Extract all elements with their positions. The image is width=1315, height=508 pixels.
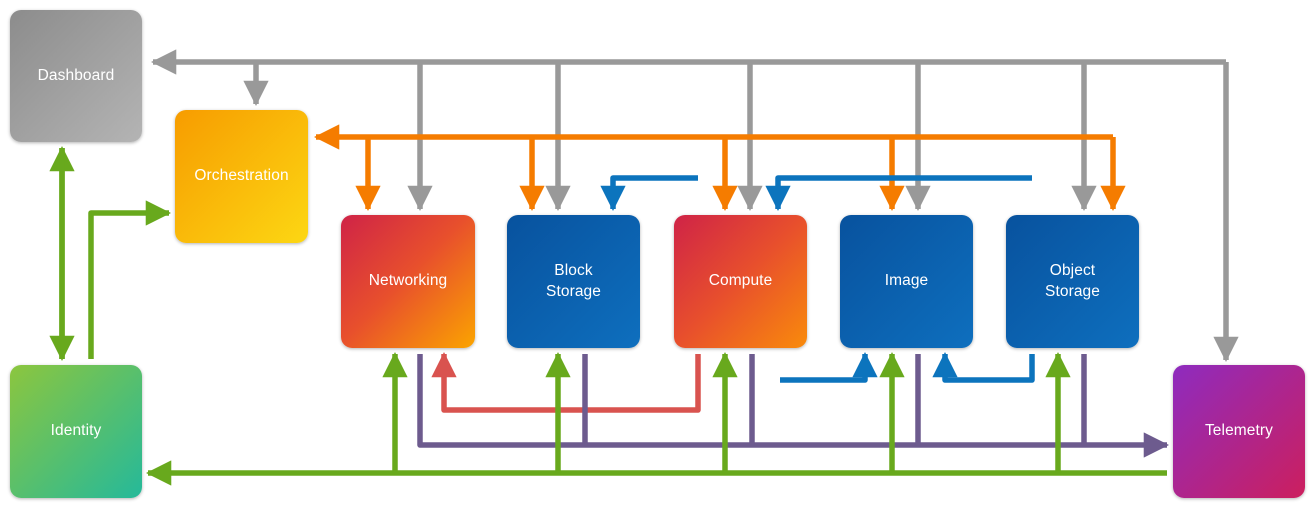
- node-object-storage[interactable]: Object Storage: [1006, 215, 1139, 348]
- edge-group-storage-blue-top: [600, 175, 1032, 212]
- node-dashboard-label: Dashboard: [37, 66, 115, 84]
- node-telemetry[interactable]: Telemetry: [1173, 365, 1305, 498]
- node-identity-label: Identity: [50, 422, 102, 440]
- architecture-diagram-canvas: Dashboard Orchestration Networking Block…: [0, 0, 1315, 508]
- node-networking-label: Networking: [368, 272, 448, 290]
- edge-group-orchestration-orange: [313, 124, 1126, 212]
- node-compute[interactable]: Compute: [674, 215, 807, 348]
- node-compute-label: Compute: [708, 272, 773, 290]
- edge-group-storage-blue-bottom: [780, 351, 1035, 383]
- node-object-storage-label: Object Storage: [1045, 261, 1100, 300]
- node-orchestration-label: Orchestration: [194, 167, 289, 185]
- edge-group-telemetry-purple: [417, 354, 1170, 458]
- node-image-label: Image: [884, 272, 929, 290]
- node-dashboard[interactable]: Dashboard: [10, 10, 142, 142]
- node-block-storage[interactable]: Block Storage: [507, 215, 640, 348]
- edge-group-networking-red: [431, 351, 701, 413]
- node-block-storage-label: Block Storage: [546, 261, 601, 300]
- node-networking[interactable]: Networking: [341, 215, 475, 348]
- node-telemetry-label: Telemetry: [1204, 422, 1274, 440]
- node-identity[interactable]: Identity: [10, 365, 142, 498]
- node-image[interactable]: Image: [840, 215, 973, 348]
- node-orchestration[interactable]: Orchestration: [175, 110, 308, 243]
